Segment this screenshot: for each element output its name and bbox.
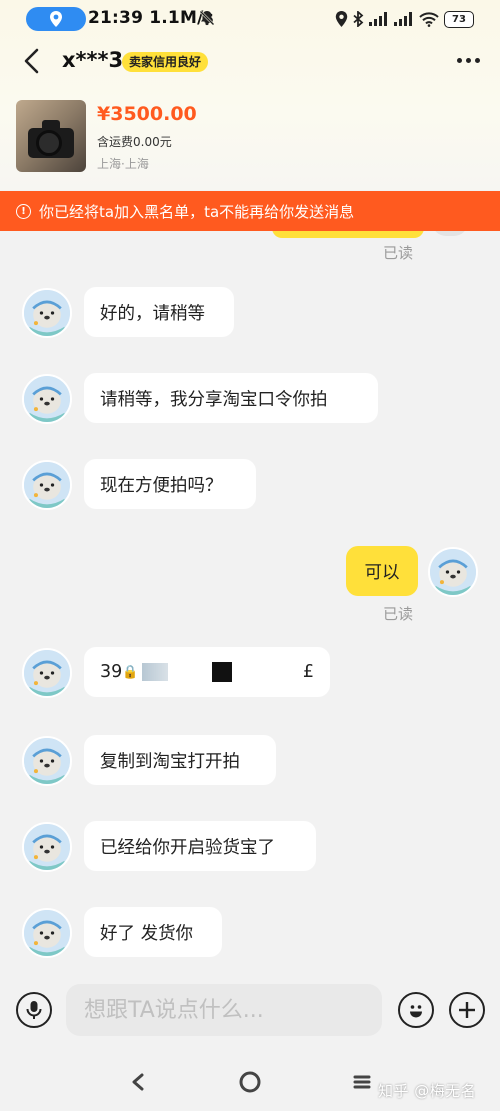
chat-header: x***3 卖家信用良好 <box>0 38 500 84</box>
taobao-code-bubble[interactable]: 39 🔒 £ <box>84 647 330 697</box>
clock-text: 21:39 <box>88 8 144 28</box>
nav-back-icon[interactable] <box>124 1068 152 1096</box>
message-bubble[interactable]: 请稍等，我分享淘宝口令你拍 <box>84 373 378 423</box>
location-pill <box>26 7 86 31</box>
seller-avatar[interactable] <box>22 374 72 424</box>
microphone-icon[interactable] <box>16 992 52 1028</box>
product-card[interactable]: ¥3500.00 含运费0.00元 上海·上海 <box>0 96 500 184</box>
input-bar <box>0 978 500 1050</box>
message-bubble[interactable]: 好的，请稍等 <box>84 287 234 337</box>
nav-menu-icon[interactable] <box>348 1068 376 1096</box>
redacted-block <box>168 663 209 681</box>
message-bubble[interactable]: 现在方便拍吗？ <box>84 459 256 509</box>
status-time: 21:39 1.1M/s <box>88 8 214 28</box>
watermark: 知乎 @梅无名 <box>378 1082 477 1100</box>
battery-indicator: 73 <box>444 10 474 28</box>
seller-avatar[interactable] <box>22 460 72 510</box>
my-message-bubble[interactable]: 可以 <box>346 546 418 596</box>
warning-text: 你已经将ta加入黑名单，ta不能再给你发送消息 <box>39 202 355 221</box>
message-bubble[interactable]: 好了 发货你 <box>84 907 222 957</box>
product-location: 上海·上海 <box>97 157 149 171</box>
code-suffix: £ <box>302 662 314 682</box>
wifi-icon <box>419 11 439 27</box>
signal-icon <box>394 12 412 26</box>
seller-avatar[interactable] <box>22 908 72 958</box>
lock-icon: 🔒 <box>122 664 139 680</box>
more-icon[interactable] <box>457 58 480 63</box>
message-input[interactable] <box>66 984 382 1036</box>
signal-icon <box>369 12 387 26</box>
code-prefix: 39 <box>100 662 123 682</box>
location-icon <box>335 11 348 27</box>
product-price: ¥3500.00 <box>97 103 197 125</box>
product-shipping: 含运费0.00元 <box>97 135 172 149</box>
redacted-block <box>142 663 169 681</box>
read-receipt: 已读 <box>383 605 414 623</box>
message-bubble[interactable]: 已经给你开启验货宝了 <box>84 821 316 871</box>
my-avatar[interactable] <box>428 547 478 597</box>
redacted-block <box>212 662 233 682</box>
read-receipt: 已读 <box>383 244 414 262</box>
location-icon <box>50 11 62 27</box>
blacklist-warning-banner: ! 你已经将ta加入黑名单，ta不能再给你发送消息 <box>0 191 500 231</box>
mute-icon <box>199 10 215 26</box>
credit-badge: 卖家信用良好 <box>122 52 209 72</box>
seller-avatar[interactable] <box>22 288 72 338</box>
seller-avatar[interactable] <box>22 822 72 872</box>
seller-avatar[interactable] <box>22 736 72 786</box>
status-right: 73 <box>335 8 474 30</box>
chevron-left-icon[interactable] <box>18 46 46 76</box>
seller-avatar[interactable] <box>22 648 72 698</box>
product-image <box>16 100 86 172</box>
bluetooth-icon <box>353 11 364 27</box>
emoji-icon[interactable] <box>398 992 434 1028</box>
plus-icon[interactable] <box>449 992 485 1028</box>
nav-home-icon[interactable] <box>236 1068 264 1096</box>
warning-icon: ! <box>16 203 31 219</box>
status-bar: 21:39 1.1M/s 73 <box>0 0 500 36</box>
message-bubble[interactable]: 复制到淘宝打开拍 <box>84 735 276 785</box>
seller-name[interactable]: x***3 <box>62 48 123 72</box>
